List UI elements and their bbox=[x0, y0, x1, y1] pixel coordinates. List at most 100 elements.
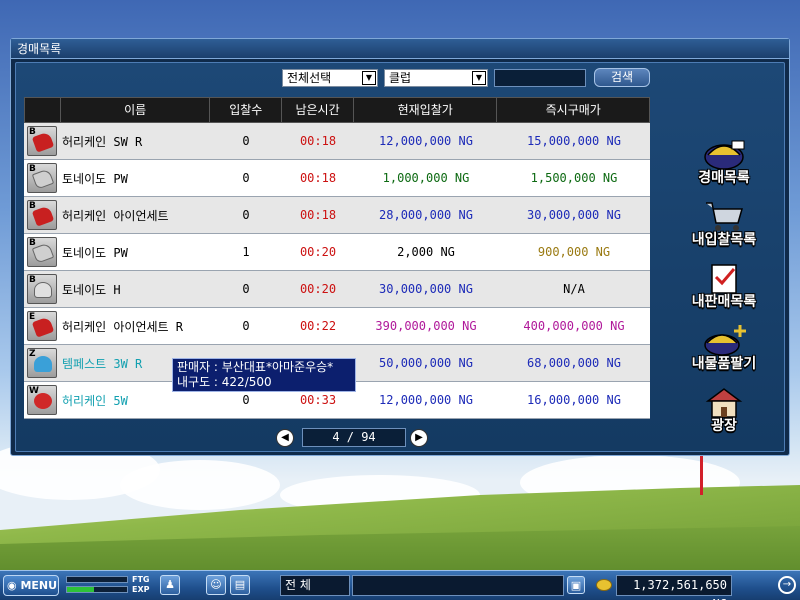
chat-send-icon[interactable]: ▣ bbox=[567, 576, 585, 594]
exit-icon[interactable]: → bbox=[778, 576, 796, 594]
side-nav-label: 내판매목록 bbox=[691, 294, 757, 310]
red-iron-set-icon: E bbox=[27, 311, 57, 341]
item-name: 허리케인 SW R bbox=[62, 134, 143, 149]
menu-icon: ◉ bbox=[7, 579, 17, 592]
prev-page-button[interactable]: ◀ bbox=[276, 429, 294, 447]
menu-label: MENU bbox=[20, 579, 58, 592]
current-bid: 12,000,000 NG bbox=[379, 134, 473, 148]
table-row[interactable]: B 토네이도 PW 1 00:20 2,000 NG 900,000 NG bbox=[24, 234, 650, 271]
tooltip-durability: 내구도 : 422/500 bbox=[177, 375, 272, 389]
bid-count: 0 bbox=[242, 319, 250, 333]
item-icon-cell: B bbox=[24, 234, 60, 270]
bid-count: 0 bbox=[242, 208, 250, 222]
chat-channel[interactable]: 전 체 bbox=[280, 575, 350, 596]
red-iron-set-icon: B bbox=[27, 200, 57, 230]
time-remaining: 00:18 bbox=[299, 208, 337, 222]
time-remaining: 00:20 bbox=[299, 282, 337, 296]
instant-price: 15,000,000 NG bbox=[527, 134, 621, 148]
menu-button[interactable]: ◉ MENU bbox=[3, 575, 59, 596]
item-icon-cell: B bbox=[24, 123, 60, 159]
cloud bbox=[120, 460, 280, 510]
club-glyph bbox=[34, 282, 52, 298]
instant-price: 900,000 NG bbox=[537, 245, 611, 259]
chevron-down-icon[interactable]: ▼ bbox=[472, 71, 486, 85]
side-nav-label: 내물품팔기 bbox=[691, 356, 757, 372]
exp-label: EXP bbox=[132, 585, 150, 594]
item-name: 토네이도 H bbox=[62, 282, 121, 297]
header-current-bid[interactable]: 현재입찰가 bbox=[354, 98, 498, 122]
character-icon[interactable]: ♟ bbox=[160, 575, 180, 595]
bid-count: 1 bbox=[242, 245, 250, 259]
table-header: 이름 입찰수 남은시간 현재입찰가 즉시구매가 bbox=[24, 97, 650, 123]
time-remaining: 00:18 bbox=[299, 171, 337, 185]
time-remaining: 00:20 bbox=[299, 245, 337, 259]
side-nav-plaza[interactable]: 광장 bbox=[684, 381, 764, 443]
club-glyph bbox=[31, 316, 55, 338]
search-button[interactable]: 검색 bbox=[594, 68, 650, 87]
club-type-select[interactable]: 클럽 ▼ bbox=[384, 69, 488, 87]
bid-count: 0 bbox=[242, 393, 250, 407]
silver-iron-icon: B bbox=[27, 163, 57, 193]
auction-window: 경매목록 전체선택 ▼ 클럽 ▼ 검색 이름 입찰수 남은시간 현재입찰가 즉시… bbox=[10, 38, 790, 456]
item-icon-cell: W bbox=[24, 382, 60, 418]
header-bids[interactable]: 입찰수 bbox=[210, 98, 283, 122]
inventory-icon[interactable]: ▤ bbox=[230, 575, 250, 595]
ftg-label: FTG bbox=[132, 575, 150, 584]
side-nav-my-sales[interactable]: 내판매목록 bbox=[684, 257, 764, 319]
current-bid: 28,000,000 NG bbox=[379, 208, 473, 222]
item-icon-cell: B bbox=[24, 197, 60, 233]
club-glyph bbox=[34, 356, 52, 372]
table-row[interactable]: B 허리케인 아이언세트 0 00:18 28,000,000 NG 30,000,000… bbox=[24, 197, 650, 234]
time-remaining: 00:18 bbox=[299, 134, 337, 148]
table-row[interactable]: B 토네이도 PW 0 00:18 1,000,000 NG 1,500,000 NG bbox=[24, 160, 650, 197]
page-indicator: 4 / 94 bbox=[302, 428, 406, 447]
item-grade: B bbox=[29, 275, 36, 285]
side-nav-label: 경매목록 bbox=[698, 170, 750, 186]
side-nav-auction-list[interactable]: 경매목록 bbox=[684, 133, 764, 195]
instant-price: N/A bbox=[563, 282, 585, 296]
pagination: ◀ 4 / 94 ▶ bbox=[276, 428, 436, 448]
coin-icon bbox=[596, 579, 612, 591]
chevron-down-icon[interactable]: ▼ bbox=[362, 71, 376, 85]
table-row[interactable]: B 토네이도 H 0 00:20 30,000,000 NG N/A bbox=[24, 271, 650, 308]
header-icon-col bbox=[25, 98, 61, 122]
current-bid: 2,000 NG bbox=[397, 245, 455, 259]
category-select-value: 전체선택 bbox=[287, 71, 332, 85]
side-nav: 경매목록 내입찰목록 내판매목록 내물품팔기 광장 bbox=[684, 133, 764, 443]
bid-count: 0 bbox=[242, 171, 250, 185]
item-name: 토네이도 PW bbox=[62, 245, 128, 260]
item-icon-cell: Z bbox=[24, 345, 60, 381]
red-iron-icon: B bbox=[27, 126, 57, 156]
club-glyph bbox=[34, 393, 52, 409]
header-name[interactable]: 이름 bbox=[61, 98, 211, 122]
item-icon-cell: B bbox=[24, 160, 60, 196]
next-page-button[interactable]: ▶ bbox=[410, 429, 428, 447]
side-nav-label: 내입찰목록 bbox=[691, 232, 757, 248]
cart-icon bbox=[706, 202, 743, 231]
chat-input[interactable] bbox=[352, 575, 564, 596]
item-grade: Z bbox=[29, 349, 36, 359]
exp-bar-fill bbox=[67, 587, 94, 592]
category-select[interactable]: 전체선택 ▼ bbox=[282, 69, 378, 87]
header-time[interactable]: 남은시간 bbox=[282, 98, 354, 122]
table-row[interactable]: B 허리케인 SW R 0 00:18 12,000,000 NG 15,000,000 … bbox=[24, 123, 650, 160]
item-name: 허리케인 아이언세트 bbox=[62, 208, 169, 223]
header-instant-price[interactable]: 즉시구매가 bbox=[497, 98, 649, 122]
silver-iron-icon: B bbox=[27, 237, 57, 267]
current-bid: 50,000,000 NG bbox=[379, 356, 473, 370]
current-bid: 390,000,000 NG bbox=[375, 319, 477, 333]
bid-count: 0 bbox=[242, 134, 250, 148]
item-name: 허리케인 아이언세트 R bbox=[62, 319, 184, 334]
search-input[interactable] bbox=[494, 69, 586, 87]
money-display: 1,372,561,650 NG bbox=[616, 575, 732, 600]
tooltip-seller: 판매자 : 부산대표*아마준우승* bbox=[177, 360, 334, 374]
side-nav-sell-item[interactable]: 내물품팔기 bbox=[684, 319, 764, 381]
side-nav-my-bids[interactable]: 내입찰목록 bbox=[684, 195, 764, 257]
instant-price: 30,000,000 NG bbox=[527, 208, 621, 222]
table-row[interactable]: E 허리케인 아이언세트 R 0 00:22 390,000,000 NG 400,000… bbox=[24, 308, 650, 345]
friends-icon[interactable]: ☺ bbox=[206, 575, 226, 595]
item-name: 허리케인 5W bbox=[62, 393, 128, 408]
current-bid: 30,000,000 NG bbox=[379, 282, 473, 296]
auction-panel: 전체선택 ▼ 클럽 ▼ 검색 이름 입찰수 남은시간 현재입찰가 즉시구매가 B… bbox=[15, 62, 785, 452]
blue-wood-icon: Z bbox=[27, 348, 57, 378]
